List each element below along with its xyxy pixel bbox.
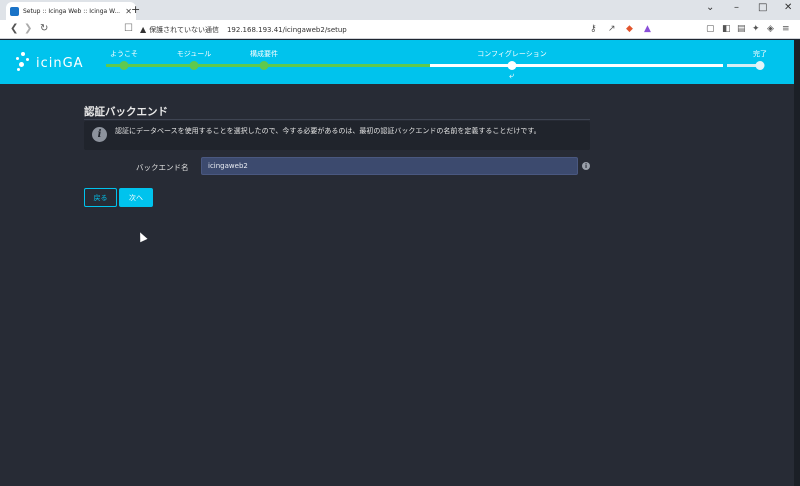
- insecure-connection-label[interactable]: 保護されていない通信: [149, 25, 219, 35]
- leo-ai-icon[interactable]: ✦: [752, 24, 760, 34]
- step-welcome-dot: [119, 61, 129, 70]
- tab-title: Setup :: Icinga Web :: Icinga W...: [23, 7, 121, 15]
- step-configuration-label: コンフィグレーション: [477, 50, 547, 58]
- progress-current-line: [430, 64, 723, 67]
- browser-tab-bar: Setup :: Icinga Web :: Icinga W... ✕ + ⌄…: [0, 0, 800, 20]
- current-step-indicator-icon: ⤶: [509, 71, 515, 81]
- step-finish-label: 完了: [753, 50, 767, 58]
- maximize-button[interactable]: □: [758, 2, 767, 13]
- info-icon: i: [92, 127, 107, 142]
- wallet-icon[interactable]: ▤: [737, 24, 746, 34]
- forward-arrow-icon[interactable]: ❯: [24, 23, 32, 34]
- new-tab-button[interactable]: +: [131, 3, 140, 16]
- step-finish-dot: [755, 61, 765, 70]
- sidebar-icon[interactable]: ◧: [722, 24, 731, 34]
- warning-triangle-icon[interactable]: ▲: [140, 25, 146, 34]
- help-icon[interactable]: i: [582, 162, 590, 170]
- main-content: 認証バックエンド i 認証にデータベースを使用することを選択したので、今する必要…: [0, 84, 800, 486]
- backend-name-label: バックエンド名: [136, 163, 189, 172]
- reload-icon[interactable]: ↻: [40, 23, 48, 34]
- extensions-icon[interactable]: ▢: [706, 24, 715, 34]
- setup-wizard-steps: ようこそ モジュール 構成要件 コンフィグレーション 完了 ⤶: [0, 40, 800, 84]
- url-text[interactable]: 192.168.193.41/icingaweb2/setup: [227, 26, 347, 34]
- next-button[interactable]: 次へ: [119, 188, 153, 207]
- close-window-button[interactable]: ✕: [784, 2, 792, 13]
- title-divider: [84, 119, 590, 120]
- mouse-cursor-icon: [136, 230, 148, 243]
- page-title: 認証バックエンド: [84, 106, 168, 118]
- window-edge: [794, 40, 800, 486]
- step-requirements-label: 構成要件: [250, 50, 278, 58]
- bookmark-icon[interactable]: ☐: [124, 23, 133, 34]
- key-icon[interactable]: ⚷: [590, 24, 597, 34]
- share-icon[interactable]: ↗: [608, 24, 616, 34]
- browser-tab[interactable]: Setup :: Icinga Web :: Icinga W... ✕: [6, 2, 136, 20]
- back-button[interactable]: 戻る: [84, 188, 117, 207]
- info-text: 認証にデータベースを使用することを選択したので、今する必要があるのは、最初の認証…: [115, 127, 541, 135]
- backend-name-input[interactable]: icingaweb2: [201, 157, 578, 175]
- vpn-icon[interactable]: ◈: [767, 24, 774, 34]
- tab-search-icon[interactable]: ⌄: [706, 2, 714, 13]
- step-modules-dot: [189, 61, 199, 70]
- url-field[interactable]: ▲ 保護されていない通信 192.168.193.41/icingaweb2/s…: [140, 22, 680, 37]
- icinga-favicon-icon: [10, 6, 19, 16]
- minimize-button[interactable]: –: [734, 2, 739, 13]
- step-modules-label: モジュール: [176, 50, 212, 58]
- info-notice: i 認証にデータベースを使用することを選択したので、今する必要があるのは、最初の…: [84, 121, 590, 150]
- brave-rewards-icon[interactable]: ▲: [644, 24, 651, 34]
- step-welcome-label: ようこそ: [110, 50, 138, 58]
- setup-header: icinGA ようこそ モジュール 構成要件 コンフィグレーション 完了 ⤶: [0, 40, 800, 84]
- brave-shield-icon[interactable]: ◆: [626, 24, 633, 34]
- back-arrow-icon[interactable]: ❮: [10, 23, 18, 34]
- step-configuration-dot: [507, 61, 517, 70]
- step-requirements-dot: [259, 61, 269, 70]
- address-bar: ❮ ❯ ↻ ☐ ▲ 保護されていない通信 192.168.193.41/icin…: [0, 20, 800, 39]
- menu-icon[interactable]: ≡: [782, 24, 790, 34]
